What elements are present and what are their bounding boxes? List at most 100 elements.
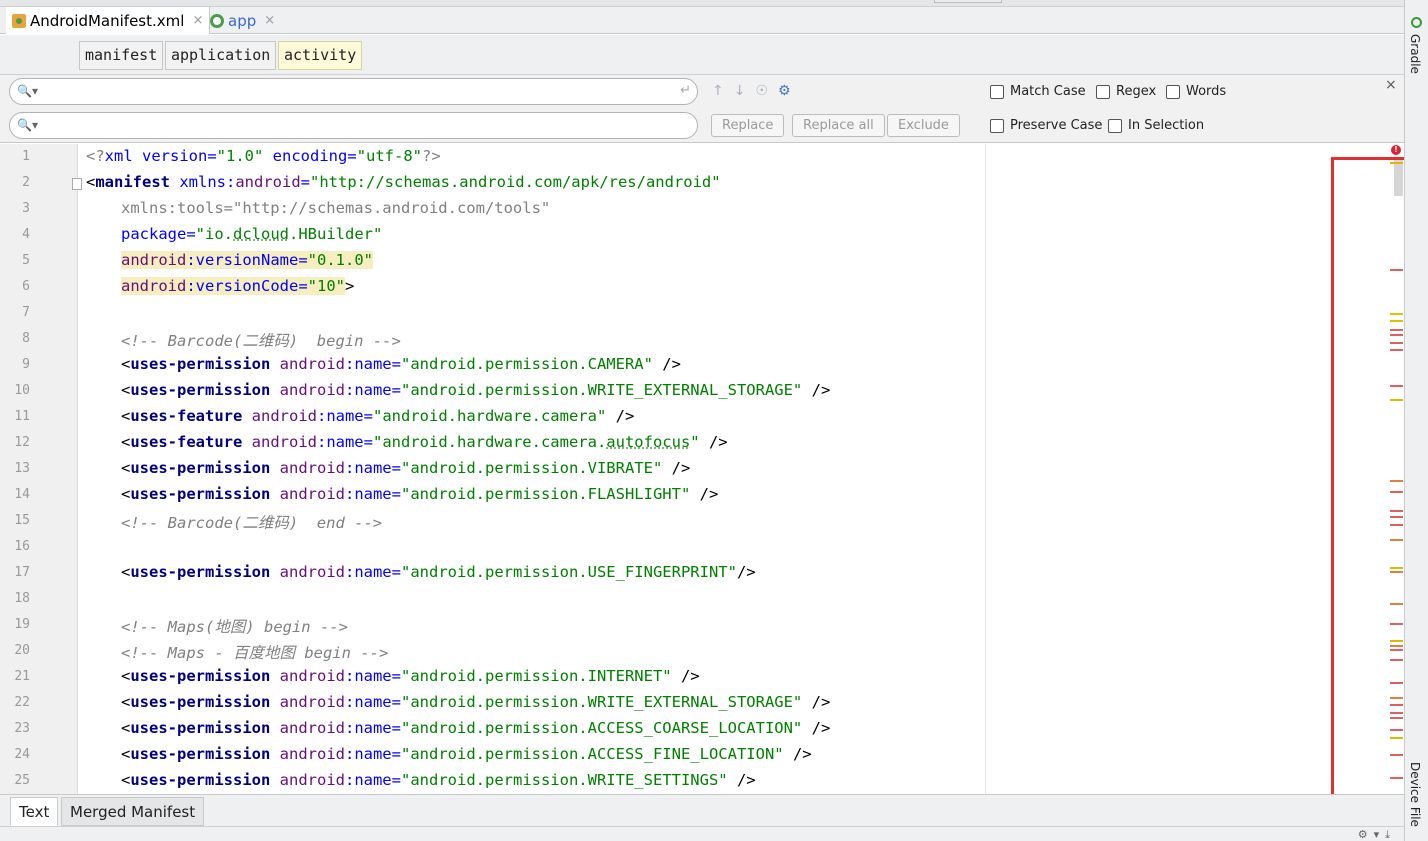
tab-app[interactable]: app ×	[204, 7, 281, 34]
token: "	[690, 433, 700, 451]
checkbox-label: Words	[1186, 84, 1227, 99]
token: =	[363, 433, 373, 451]
replace-field[interactable]: 🔍▾	[9, 112, 698, 139]
token: :name	[344, 719, 392, 737]
line-number: 4	[22, 227, 30, 242]
search-icon[interactable]: 🔍▾	[17, 118, 38, 132]
code-line-9: <uses-permission android:name="android.p…	[121, 355, 681, 373]
line-number: 11	[14, 409, 30, 424]
next-occurrence-icon[interactable]: ↓	[734, 83, 746, 99]
token: "android.permission.WRITE_SETTINGS"	[401, 771, 728, 789]
breadcrumb-application[interactable]: application	[165, 41, 277, 70]
close-icon[interactable]: ×	[192, 13, 203, 28]
line-number: 22	[14, 695, 30, 710]
settings-gear-icon[interactable]: ⚙	[778, 83, 791, 99]
tab-text[interactable]: Text	[10, 797, 59, 826]
find-all-icon[interactable]: ☉	[755, 83, 768, 99]
checkbox-box[interactable]	[1166, 84, 1180, 99]
token: />	[802, 719, 831, 737]
regex-checkbox[interactable]: Regex	[1096, 84, 1156, 99]
breadcrumb: manifest application activity	[0, 35, 1404, 75]
close-find-icon[interactable]: ×	[1385, 77, 1397, 93]
code-line-6: android:versionCode="10">	[121, 277, 354, 295]
token: xmlns:tools="http://schemas.android.com/…	[121, 199, 551, 217]
token: <	[121, 771, 131, 789]
code-editor[interactable]: 1 2 3 4 5 6 7 8 9 10 11 12 13 14 15 16 1…	[0, 144, 1404, 794]
token: :name	[344, 745, 392, 763]
breadcrumb-activity[interactable]: activity	[278, 41, 363, 70]
token: uses-permission	[130, 485, 271, 503]
search-icon[interactable]: 🔍▾	[17, 84, 38, 98]
code-line-23: <uses-permission android:name="android.p…	[121, 719, 830, 737]
token: android	[270, 355, 345, 373]
token: :name	[344, 381, 392, 399]
checkbox-box[interactable]	[1096, 84, 1110, 99]
token: =	[391, 485, 401, 503]
token: package	[121, 225, 187, 243]
token: ?>	[422, 147, 441, 165]
gradle-tool-window[interactable]: Gradle	[1408, 34, 1422, 74]
line-number: 7	[22, 305, 30, 320]
line-number: 15	[14, 513, 30, 528]
token: <	[121, 693, 131, 711]
code-line-3: xmlns:tools="http://schemas.android.com/…	[121, 199, 550, 217]
token: =	[207, 147, 217, 165]
status-settings-icons[interactable]: ⚙▾⤓	[1358, 828, 1396, 841]
close-icon[interactable]: ×	[264, 13, 275, 28]
token: />	[736, 563, 756, 581]
token: uses-permission	[130, 719, 271, 737]
bottom-editor-tabs: Text Merged Manifest	[0, 794, 1404, 826]
token: android	[270, 563, 345, 581]
checkbox-box[interactable]	[1108, 118, 1122, 133]
token: =	[186, 225, 196, 243]
code-line-15: <!-- Barcode(二维码) end -->	[121, 511, 382, 533]
tab-merged-manifest[interactable]: Merged Manifest	[61, 797, 205, 826]
error-indicator-icon[interactable]: !	[1391, 145, 1401, 155]
previous-occurrence-icon[interactable]: ↑	[712, 83, 724, 99]
fold-marker-icon[interactable]	[72, 178, 82, 190]
checkbox-box[interactable]	[990, 118, 1004, 133]
code-line-22: <uses-permission android:name="android.p…	[121, 693, 830, 711]
token: =	[298, 251, 308, 269]
token: <	[121, 563, 131, 581]
token: android	[270, 693, 345, 711]
token: versionName	[195, 251, 299, 269]
token: =	[391, 355, 401, 373]
token: <	[121, 407, 131, 425]
tab-androidmanifest[interactable]: AndroidManifest.xml ×	[6, 7, 211, 34]
checkbox-box[interactable]	[990, 84, 1004, 99]
token: =	[300, 173, 310, 191]
words-checkbox[interactable]: Words	[1166, 84, 1226, 99]
search-input[interactable]	[40, 82, 660, 101]
token: android	[121, 251, 187, 269]
token: uses-feature	[130, 433, 243, 451]
token: />	[727, 771, 756, 789]
token: uses-permission	[130, 355, 271, 373]
line-number: 5	[22, 253, 30, 268]
token: uses-feature	[130, 407, 243, 425]
replace-input[interactable]	[40, 116, 660, 135]
breadcrumb-manifest[interactable]: manifest	[79, 41, 164, 70]
token: <	[121, 381, 131, 399]
replace-button[interactable]: Replace	[711, 114, 785, 137]
device-file-tool-window[interactable]: Device File	[1408, 762, 1422, 827]
search-field[interactable]: 🔍▾ ↵	[9, 78, 698, 105]
gradle-icon[interactable]	[1411, 17, 1422, 28]
title-strip-stub	[934, 0, 1002, 3]
preserve-case-checkbox[interactable]: Preserve Case	[990, 118, 1102, 133]
line-number: 2	[22, 175, 30, 190]
code-line-5: android:versionName="0.1.0"	[121, 251, 373, 269]
token: :name	[344, 563, 392, 581]
checkbox-label: In Selection	[1128, 118, 1205, 133]
exclude-button[interactable]: Exclude	[887, 114, 960, 137]
in-selection-checkbox[interactable]: In Selection	[1108, 118, 1204, 133]
newline-icon[interactable]: ↵	[680, 83, 691, 98]
token: />	[662, 459, 691, 477]
match-case-checkbox[interactable]: Match Case	[990, 84, 1086, 99]
token: :	[186, 251, 196, 269]
line-number: 24	[14, 747, 30, 762]
replace-all-button[interactable]: Replace all	[792, 114, 885, 137]
line-number: 14	[14, 487, 30, 502]
token: dcloud	[233, 225, 289, 243]
token: "android.permission.WRITE_EXTERNAL_STORA…	[401, 693, 803, 711]
